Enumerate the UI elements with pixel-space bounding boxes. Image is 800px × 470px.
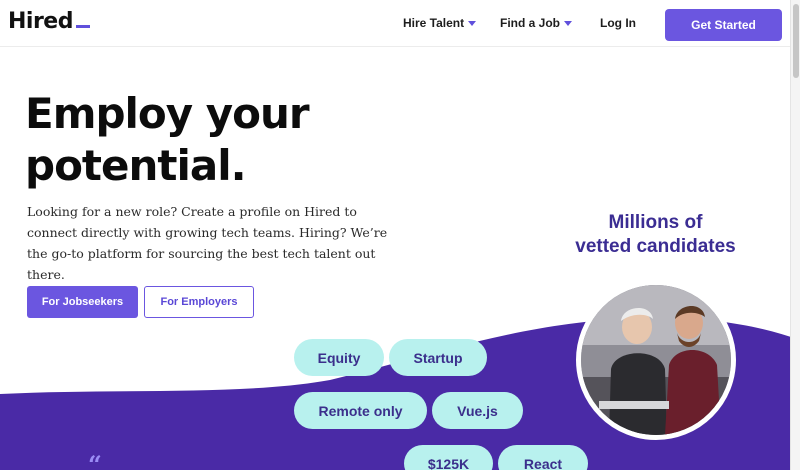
tag-pill-label: Vue.js xyxy=(457,402,498,419)
tag-pill[interactable]: $125K xyxy=(404,445,493,470)
quote-icon: “ xyxy=(88,450,102,470)
candidates-photo-illustration xyxy=(581,285,731,435)
get-started-label: Get Started xyxy=(691,18,756,32)
millions-heading: Millions of vetted candidates xyxy=(548,211,763,259)
for-employers-label: For Employers xyxy=(160,296,238,308)
tag-pill-label: React xyxy=(523,455,563,470)
nav-hire-talent[interactable]: Hire Talent xyxy=(403,16,477,30)
nav-hire-talent-label: Hire Talent xyxy=(403,16,465,30)
site-header: Hired Hire Talent Find a Job Log In Get … xyxy=(0,0,800,47)
tag-pill-label: $125K xyxy=(427,455,470,470)
hero-title: Employ your potential. xyxy=(25,88,310,192)
nav-log-in-label: Log In xyxy=(600,16,636,30)
tag-pill-label: Remote only xyxy=(318,402,403,419)
for-jobseekers-button[interactable]: For Jobseekers xyxy=(27,286,138,318)
for-jobseekers-label: For Jobseekers xyxy=(41,296,124,308)
scrollbar-thumb[interactable] xyxy=(793,4,799,78)
caret-down-icon xyxy=(468,20,477,26)
millions-line-2: vetted candidates xyxy=(575,236,736,257)
for-employers-button[interactable]: For Employers xyxy=(144,286,254,318)
nav-log-in[interactable]: Log In xyxy=(600,16,636,30)
tag-pill-label: Startup xyxy=(413,349,463,366)
nav-find-a-job-label: Find a Job xyxy=(500,16,560,30)
tag-pill[interactable]: Remote only xyxy=(294,392,427,429)
tag-pill-label: Equity xyxy=(317,349,361,366)
tag-pill[interactable]: Vue.js xyxy=(432,392,523,429)
hired-logo[interactable]: Hired xyxy=(8,9,90,34)
tag-pill[interactable]: Equity xyxy=(294,339,384,376)
nav-find-a-job[interactable]: Find a Job xyxy=(500,16,572,30)
page-scrollbar[interactable] xyxy=(790,0,800,470)
millions-line-1: Millions of xyxy=(608,212,703,233)
get-started-button[interactable]: Get Started xyxy=(665,9,782,41)
candidates-photo xyxy=(576,280,736,440)
tag-pill[interactable]: React xyxy=(498,445,588,470)
hero-title-line-1: Employ your xyxy=(25,89,310,138)
hero-title-line-2: potential. xyxy=(25,141,247,190)
caret-down-icon xyxy=(564,20,572,26)
logo-underscore xyxy=(75,25,90,28)
logo-text: Hired xyxy=(8,9,73,34)
hero-description: Looking for a new role? Create a profile… xyxy=(27,204,388,282)
tag-pill[interactable]: Startup xyxy=(389,339,487,376)
